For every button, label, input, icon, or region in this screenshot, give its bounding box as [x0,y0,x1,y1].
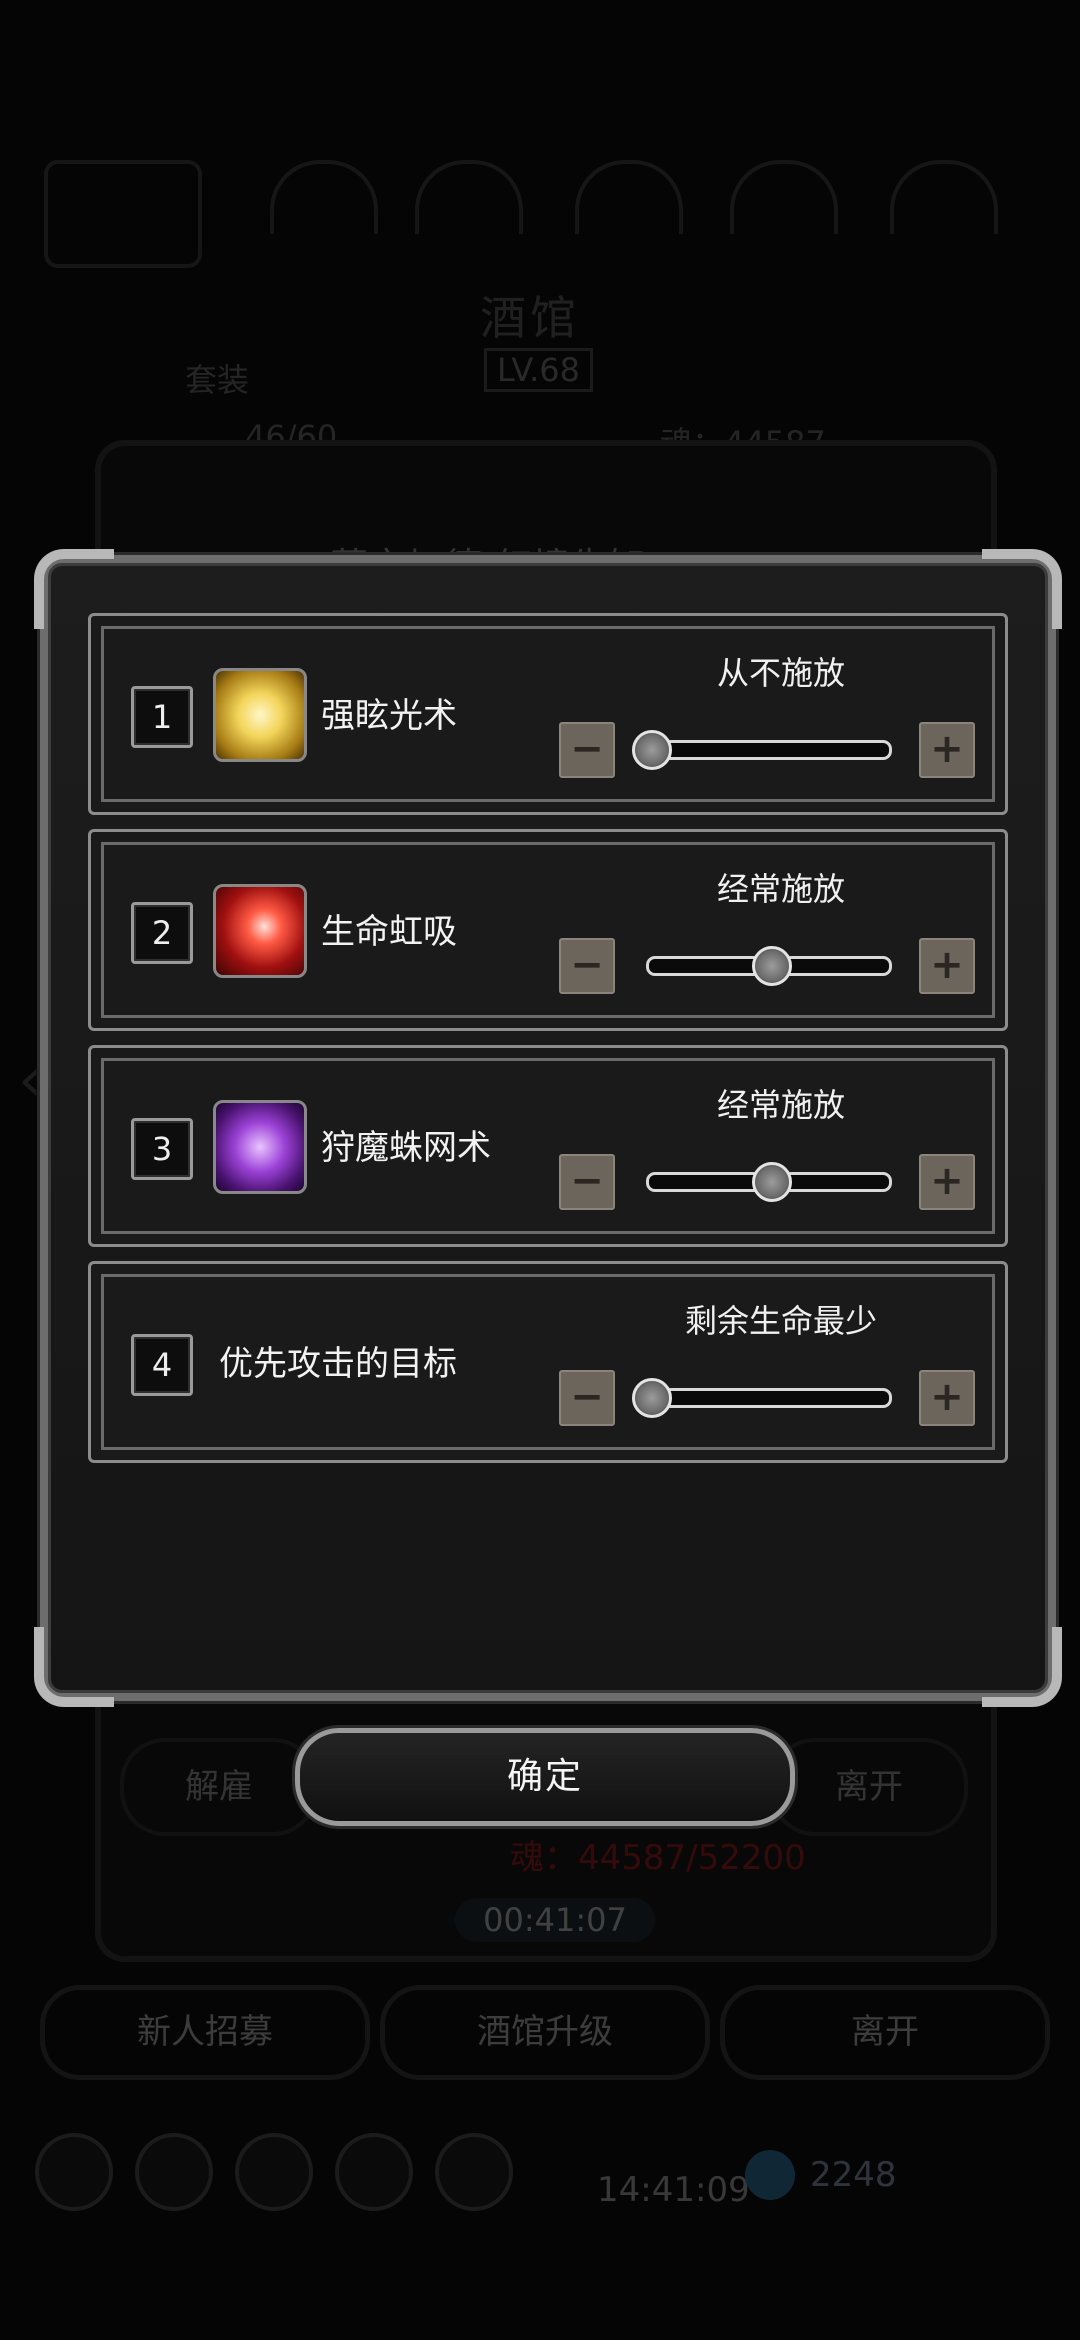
stun-light-skill-icon [213,668,307,762]
target-priority-row: 4 优先攻击的目标 剩余生命最少 − + [88,1261,1008,1463]
cast-frequency-slider[interactable] [646,946,892,986]
background-top-icon [270,160,378,234]
cast-frequency-slider[interactable] [632,730,892,770]
cast-frequency-label: 从不施放 [716,654,845,692]
skill-row-3: 3 狩魔蛛网术 经常施放 − + [88,1045,1008,1247]
skill-number-badge: 4 [131,1334,193,1396]
background-top-icon [575,160,683,234]
background-nav-icon [135,2133,213,2211]
skill-number-badge: 3 [131,1118,193,1180]
dialog-corner-ornament [982,1627,1062,1707]
confirm-button[interactable]: 确定 [295,1728,795,1826]
background-level: LV.68 [484,348,593,392]
increase-button[interactable]: + [919,1370,975,1426]
background-tab-label: 套装 [185,361,250,399]
decrease-button[interactable]: − [559,722,615,778]
decrease-button[interactable]: − [559,938,615,994]
decrease-button[interactable]: − [559,1370,615,1426]
background-dismiss-button: 解雇 [120,1738,318,1836]
background-exit-button: 离开 [720,1985,1050,2080]
increase-button[interactable]: + [919,1154,975,1210]
background-clock: 14:41:09 [597,2170,750,2210]
slider-knob[interactable] [752,1162,792,1202]
background-left-arrow-icon: ‹ [18,1045,42,1115]
background-souls: 魂：44587/52200 [510,1838,806,1878]
cast-frequency-slider[interactable] [646,1162,892,1202]
skill-name: 强眩光术 [321,696,457,736]
background-corner-frame [44,160,202,268]
target-priority-value: 剩余生命最少 [684,1302,877,1340]
target-priority-label: 优先攻击的目标 [219,1344,457,1384]
slider-knob[interactable] [632,1378,672,1418]
slider-knob[interactable] [752,946,792,986]
background-recruit-button: 新人招募 [40,1985,370,2080]
skill-number-badge: 2 [131,902,193,964]
background-gem-icon [745,2150,795,2200]
background-title: 酒馆 [480,291,580,345]
skill-name: 生命虹吸 [321,912,457,952]
background-nav-icon [235,2133,313,2211]
background-top-icon [890,160,998,234]
background-nav-icon [335,2133,413,2211]
cast-frequency-label: 经常施放 [716,1086,845,1124]
dialog-corner-ornament [34,1627,114,1707]
skill-row-2: 2 生命虹吸 经常施放 − + [88,829,1008,1031]
skill-name: 狩魔蛛网术 [321,1128,491,1168]
background-top-icon [730,160,838,234]
skill-settings-dialog: 1 强眩光术 从不施放 − + 2 生命虹吸 经常施放 − + 3 狩魔蛛网术 [34,549,1062,1707]
background-nav-icon [435,2133,513,2211]
background-upgrade-button: 酒馆升级 [380,1985,710,2080]
increase-button[interactable]: + [919,938,975,994]
background-top-icon [415,160,523,234]
target-priority-slider[interactable] [632,1378,892,1418]
background-timer: 00:41:07 [455,1898,655,1942]
life-drain-skill-icon [213,884,307,978]
background-gem-count: 2248 [810,2155,897,2195]
skill-row-1: 1 强眩光术 从不施放 − + [88,613,1008,815]
skill-rows: 1 强眩光术 从不施放 − + 2 生命虹吸 经常施放 − + 3 狩魔蛛网术 [88,613,1008,1477]
background-leave-button: 离开 [770,1738,968,1836]
slider-knob[interactable] [632,730,672,770]
decrease-button[interactable]: − [559,1154,615,1210]
cast-frequency-label: 经常施放 [716,870,845,908]
skill-number-badge: 1 [131,686,193,748]
background-nav-icon [35,2133,113,2211]
spider-web-skill-icon [213,1100,307,1194]
increase-button[interactable]: + [919,722,975,778]
